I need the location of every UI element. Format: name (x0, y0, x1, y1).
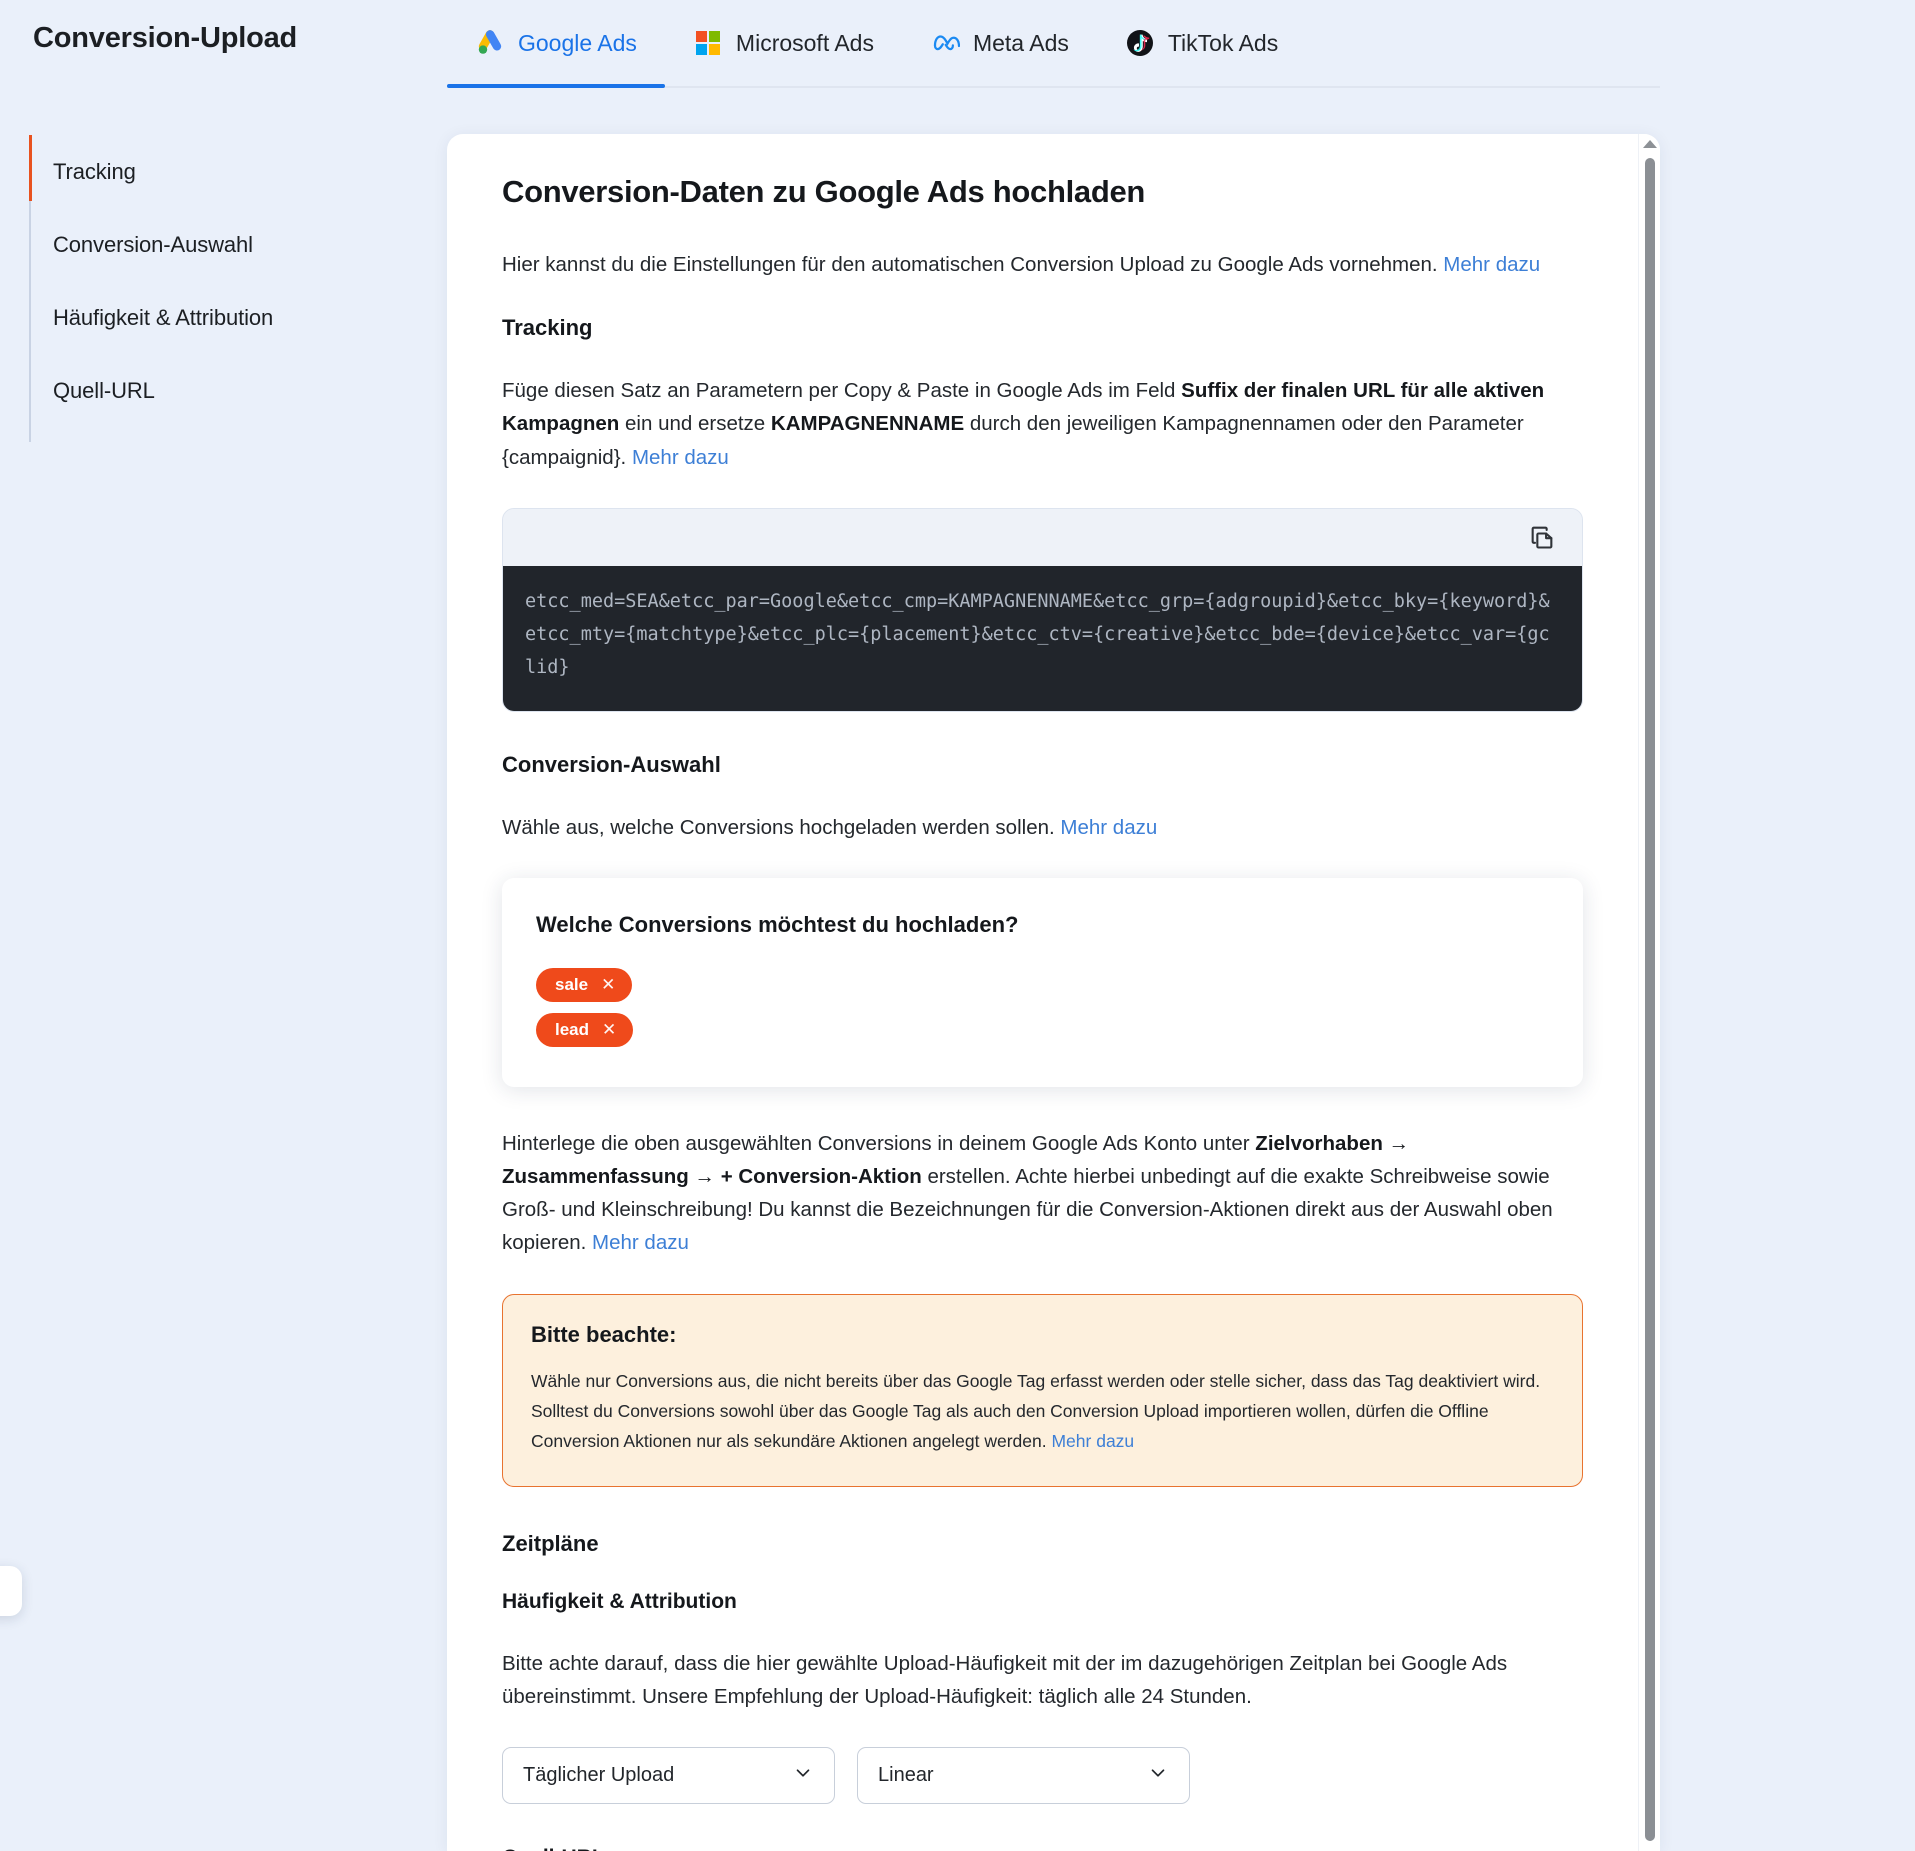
sub-heading-haeufigkeit-attribution: Häufigkeit & Attribution (502, 1589, 737, 1613)
conversion-instructions-more-link[interactable]: Mehr dazu (592, 1231, 689, 1254)
section-heading-quell-url: Quell-URL (502, 1846, 1583, 1851)
tracking-parameters-code[interactable]: etcc_med=SEA&etcc_par=Google&etcc_cmp=KA… (503, 565, 1582, 711)
schedules-paragraph: Bitte achte darauf, dass die hier gewähl… (502, 1651, 1508, 1709)
close-icon[interactable]: ✕ (602, 1021, 616, 1038)
sidebar-item-tracking[interactable]: Tracking (29, 135, 409, 223)
content-title: Conversion-Daten zu Google Ads hochladen (502, 174, 1146, 209)
sidebar-item-label: Tracking (53, 159, 136, 184)
tab-label: Google Ads (518, 29, 637, 56)
intro-more-link[interactable]: Mehr dazu (1443, 253, 1540, 276)
close-icon[interactable]: ✕ (601, 976, 615, 993)
main-content-card: Conversion-Daten zu Google Ads hochladen… (447, 134, 1660, 1851)
sidebar-item-conversion-auswahl[interactable]: Conversion-Auswahl (53, 223, 409, 296)
microsoft-ads-icon (693, 28, 723, 58)
notice-body: Wähle nur Conversions aus, die nicht ber… (531, 1366, 1554, 1456)
attribution-select-value: Linear (878, 1764, 934, 1787)
content-scrollbar[interactable] (1638, 134, 1660, 1851)
tracking-more-link[interactable]: Mehr dazu (632, 446, 729, 469)
conversion-selection-more-link[interactable]: Mehr dazu (1060, 816, 1157, 839)
conversion-instructions-paragraph: Hinterlege die oben ausgewählten Convers… (502, 1127, 1583, 1260)
sidebar-item-haeufigkeit-attribution[interactable]: Häufigkeit & Attribution (53, 296, 409, 369)
tracking-text-c: ein und ersetze (619, 412, 771, 436)
attribution-select[interactable]: Linear (857, 1747, 1190, 1805)
sidebar-item-label: Conversion-Auswahl (53, 232, 253, 257)
conversion-chip-list: sale ✕ lead ✕ (536, 967, 1549, 1047)
conversion-selection-paragraph: Wähle aus, welche Conversions hochgelade… (502, 811, 1583, 844)
section-heading-zeitplaene: Zeitpläne (502, 1530, 599, 1556)
scrollbar-thumb[interactable] (1645, 158, 1655, 1841)
notice-more-link[interactable]: Mehr dazu (1051, 1431, 1134, 1451)
tab-label: Microsoft Ads (735, 29, 874, 56)
section-heading-tracking: Tracking (502, 315, 593, 341)
copy-icon[interactable] (1524, 519, 1560, 555)
conversion-chip-sale[interactable]: sale ✕ (536, 967, 633, 1002)
tab-google-ads[interactable]: Google Ads (447, 0, 665, 88)
section-heading-conversion-auswahl: Conversion-Auswahl (502, 751, 721, 777)
sidebar-item-label: Quell-URL (53, 378, 155, 403)
conversion-selection-text: Wähle aus, welche Conversions hochgelade… (502, 815, 1061, 839)
code-toolbar (503, 508, 1582, 566)
tab-tiktok-ads[interactable]: TikTok Ads (1097, 0, 1306, 86)
tracking-text-bold-kampagnenname: KAMPAGNENNAME (770, 412, 965, 436)
conversion-picker-card: Welche Conversions möchtest du hochladen… (502, 877, 1583, 1087)
notice-title: Bitte beachte: (531, 1321, 677, 1347)
content-scroll-area: Conversion-Daten zu Google Ads hochladen… (447, 134, 1638, 1851)
tracking-code-block: etcc_med=SEA&etcc_par=Google&etcc_cmp=KA… (502, 507, 1583, 712)
conversion-instructions-a: Hinterlege die oben ausgewählten Convers… (502, 1131, 1256, 1155)
notice-text: Wähle nur Conversions aus, die nicht ber… (531, 1370, 1541, 1451)
tracking-paragraph: Füge diesen Satz an Parametern per Copy … (502, 374, 1583, 474)
platform-tabs: Google Ads Microsoft Ads Meta Ads TikTok… (447, 0, 1660, 88)
frequency-select-value: Täglicher Upload (523, 1764, 675, 1787)
top-bar: Conversion-Upload Google Ads Microsoft A… (0, 0, 1915, 88)
chip-label: lead (555, 1019, 590, 1039)
notice-box: Bitte beachte: Wähle nur Conversions aus… (502, 1293, 1583, 1487)
tab-microsoft-ads[interactable]: Microsoft Ads (665, 0, 902, 86)
chevron-down-icon (1147, 1762, 1169, 1790)
chip-label: sale (555, 974, 589, 994)
scroll-up-arrow-icon[interactable] (1642, 140, 1657, 148)
google-ads-icon (475, 28, 505, 58)
left-edge-flyout-handle[interactable] (0, 1566, 22, 1616)
schedule-select-row: Täglicher Upload Linear (502, 1747, 1583, 1805)
page-title: Conversion-Upload (33, 22, 298, 54)
intro-paragraph: Hier kannst du die Einstellungen für den… (502, 248, 1583, 281)
conversion-chip-lead[interactable]: lead ✕ (536, 1012, 634, 1047)
chevron-down-icon (792, 1762, 814, 1790)
tab-label: TikTok Ads (1167, 29, 1279, 56)
conversion-picker-question: Welche Conversions möchtest du hochladen… (536, 911, 1019, 937)
tiktok-ads-icon (1125, 28, 1155, 58)
sidebar: Tracking Conversion-Auswahl Häufigkeit &… (29, 135, 409, 442)
intro-text: Hier kannst du die Einstellungen für den… (502, 253, 1444, 276)
sidebar-item-quell-url[interactable]: Quell-URL (53, 369, 409, 442)
sidebar-item-label: Häufigkeit & Attribution (53, 305, 274, 330)
tracking-text-a: Füge diesen Satz an Parametern per Copy … (502, 379, 1182, 403)
meta-ads-icon (930, 28, 961, 58)
tab-label: Meta Ads (972, 29, 1069, 56)
frequency-select[interactable]: Täglicher Upload (502, 1747, 835, 1805)
tab-meta-ads[interactable]: Meta Ads (902, 0, 1097, 86)
